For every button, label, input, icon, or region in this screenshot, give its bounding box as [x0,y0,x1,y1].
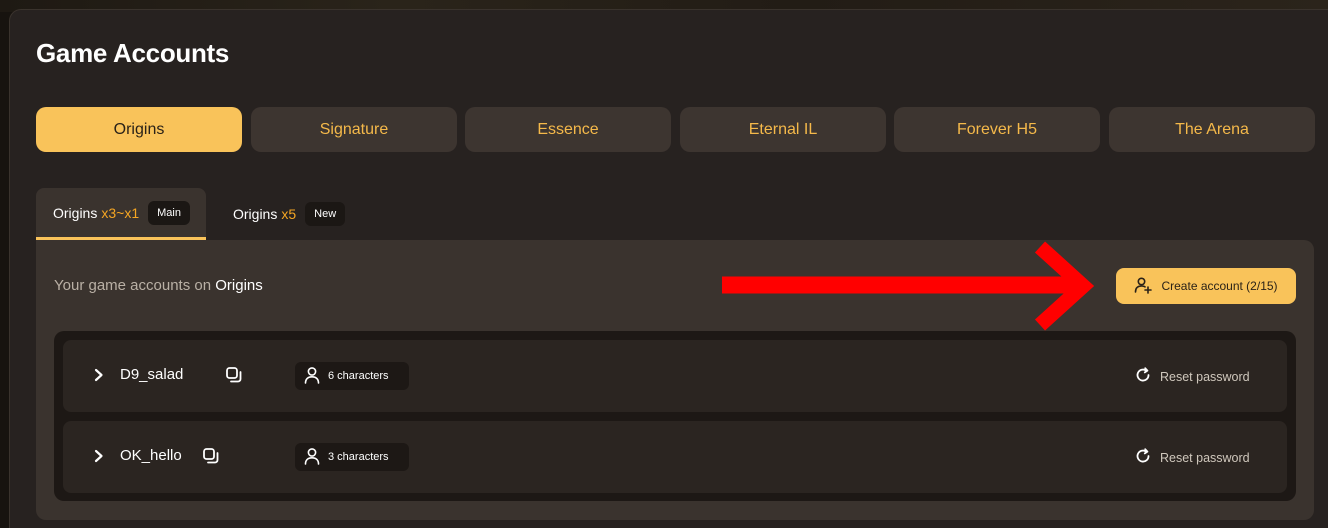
account-name: OK_hello [120,447,182,464]
user-plus-icon [1134,276,1153,297]
characters-count: 6 characters [295,362,409,390]
user-icon [304,366,320,387]
user-icon [304,447,320,468]
subtab-rate: x5 [281,206,297,222]
tab-signature[interactable]: Signature [251,107,457,152]
reset-password-button[interactable]: Reset password [1135,448,1250,467]
copy-icon[interactable] [202,447,220,470]
reset-password-button[interactable]: Reset password [1135,367,1250,386]
accounts-list: D9_salad 6 characters Reset password OK_… [54,331,1296,501]
accounts-content: Your game accounts on Origins Create acc… [36,240,1314,520]
create-account-label: Create account (2/15) [1161,279,1278,293]
tab-origins[interactable]: Origins [36,107,242,152]
account-row: D9_salad 6 characters Reset password [63,340,1287,412]
main-badge: Main [148,200,190,225]
characters-label: 6 characters [328,370,389,382]
account-row: OK_hello 3 characters Reset password [63,421,1287,493]
tab-forever-h5[interactable]: Forever H5 [894,107,1100,152]
reset-password-label: Reset password [1160,450,1250,465]
subtab-name: Origins [53,204,98,221]
create-account-button[interactable]: Create account (2/15) [1116,268,1296,304]
subtab-rate: x3~x1 [101,204,140,221]
chevron-right-icon[interactable] [93,449,105,468]
characters-label: 3 characters [328,451,389,463]
description-prefix: Your game accounts on [54,277,212,294]
new-badge: New [305,202,346,226]
red-arrow-annotation [722,241,1095,331]
accounts-description: Your game accounts on Origins [54,277,263,294]
copy-icon[interactable] [225,366,243,389]
reset-password-label: Reset password [1160,369,1250,384]
description-server: Origins [215,277,263,294]
tab-the-arena[interactable]: The Arena [1109,107,1315,152]
tab-eternal-il[interactable]: Eternal IL [680,107,886,152]
subtab-origins-new[interactable]: Origins x5 New [233,188,363,240]
page-title: Game Accounts [36,38,230,68]
chevron-right-icon[interactable] [93,368,105,387]
refresh-icon [1135,367,1151,386]
characters-count: 3 characters [295,443,409,471]
tab-essence[interactable]: Essence [465,107,671,152]
subtab-name: Origins [233,206,278,222]
subtab-origins-main[interactable]: Origins x3~x1 Main [36,188,206,240]
account-name: D9_salad [120,366,184,383]
refresh-icon [1135,448,1151,467]
